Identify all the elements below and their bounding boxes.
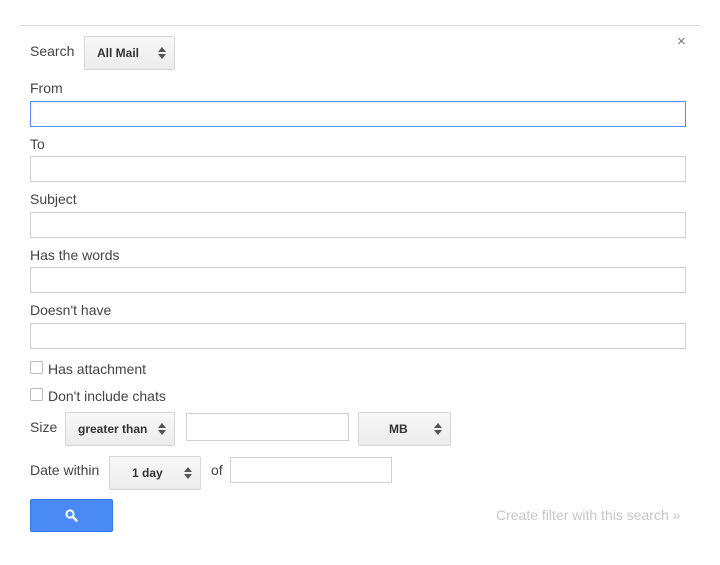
subject-input[interactable] xyxy=(30,212,686,238)
search-scope-value: All Mail xyxy=(97,46,140,60)
select-arrows-icon xyxy=(434,423,442,435)
select-arrows-icon xyxy=(158,47,166,59)
search-scope-select[interactable]: All Mail xyxy=(84,36,175,70)
subject-label: Subject xyxy=(30,191,77,207)
date-input[interactable] xyxy=(230,457,392,483)
dont-include-chats-label: Don't include chats xyxy=(48,388,166,404)
to-input[interactable] xyxy=(30,156,686,182)
dialog-top-divider xyxy=(20,25,700,26)
search-label: Search xyxy=(30,43,75,59)
select-arrows-icon xyxy=(158,423,166,435)
search-icon xyxy=(65,509,78,522)
size-value-input[interactable] xyxy=(186,413,349,441)
has-attachment-label: Has attachment xyxy=(48,361,147,377)
size-label: Size xyxy=(30,419,58,435)
dont-include-chats-checkbox[interactable] xyxy=(30,388,43,401)
from-input[interactable] xyxy=(30,101,686,127)
date-range-value: 1 day xyxy=(132,466,163,480)
create-filter-link[interactable]: Create filter with this search » xyxy=(496,507,680,523)
size-unit-value: MB xyxy=(389,422,408,436)
size-operator-value: greater than xyxy=(78,422,148,436)
doesnt-have-label: Doesn't have xyxy=(30,302,112,318)
size-operator-select[interactable]: greater than xyxy=(65,412,175,446)
has-words-input[interactable] xyxy=(30,267,686,293)
close-icon[interactable]: × xyxy=(677,34,686,49)
date-within-label: Date within xyxy=(30,462,100,478)
select-arrows-icon xyxy=(184,467,192,479)
date-range-select[interactable]: 1 day xyxy=(109,456,201,490)
has-words-label: Has the words xyxy=(30,247,120,263)
date-of-label: of xyxy=(211,462,223,478)
doesnt-have-input[interactable] xyxy=(30,323,686,349)
from-label: From xyxy=(30,80,63,96)
size-unit-select[interactable]: MB xyxy=(358,412,451,446)
to-label: To xyxy=(30,136,45,152)
search-button[interactable] xyxy=(30,499,113,532)
has-attachment-checkbox[interactable] xyxy=(30,361,43,374)
